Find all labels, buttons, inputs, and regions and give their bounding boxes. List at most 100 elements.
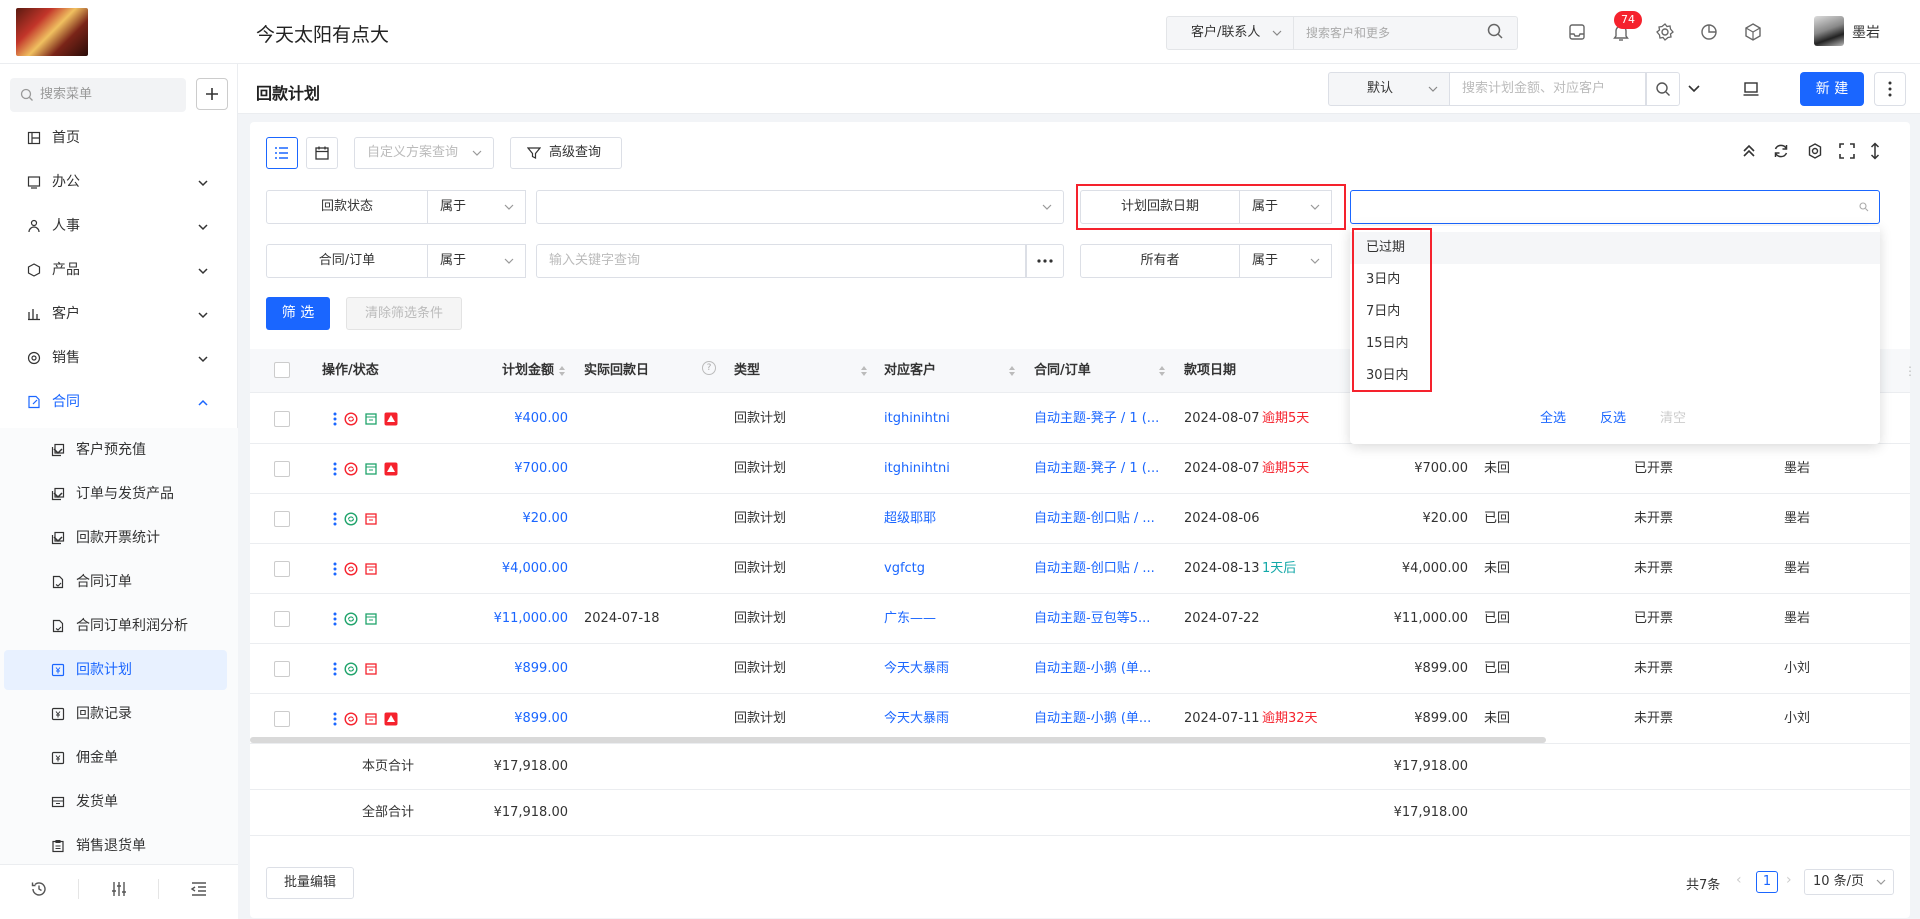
gear-icon[interactable] — [1654, 21, 1676, 43]
cell-customer[interactable]: 超级耶耶 — [884, 494, 1024, 544]
cell-customer[interactable]: 今天大暴雨 — [884, 644, 1024, 694]
column-header-date[interactable]: 款项日期 — [1184, 349, 1236, 393]
batch-edit-button[interactable]: 批量编辑 — [266, 867, 354, 899]
filter-contract-input[interactable]: 输入关键字查询 — [536, 244, 1026, 278]
collapse-up-icon[interactable] — [1740, 142, 1758, 160]
sidebar-item-contract[interactable]: 合同 — [0, 382, 238, 422]
filter-button[interactable]: 筛 选 — [266, 297, 330, 330]
row-checkbox[interactable] — [274, 661, 290, 677]
filter-plan-date-value[interactable] — [1350, 190, 1880, 224]
view-select[interactable]: 默认 — [1328, 72, 1450, 106]
cell-amount[interactable]: ¥20.00 — [470, 494, 569, 544]
row-checkbox[interactable] — [274, 711, 290, 727]
column-header-contract[interactable]: 合同/订单 — [1034, 349, 1091, 393]
sort-icon[interactable] — [558, 365, 566, 377]
inbox-icon[interactable] — [1566, 21, 1588, 43]
sidebar-item-contract-orders[interactable]: 合同订单 — [0, 562, 238, 602]
sidebar-item-commission[interactable]: 佣金单 — [0, 738, 238, 778]
list-view-button[interactable] — [266, 137, 298, 169]
more-vertical-icon[interactable] — [332, 612, 338, 626]
dropdown-clear-button[interactable]: 清空 — [1660, 407, 1686, 426]
row-height-icon[interactable] — [1868, 142, 1882, 160]
cell-amount[interactable]: ¥4,000.00 — [470, 544, 568, 594]
chevron-down-icon[interactable] — [1686, 80, 1702, 96]
cell-amount[interactable]: ¥700.00 — [470, 444, 568, 494]
select-all-checkbox[interactable] — [274, 362, 290, 378]
cell-contract[interactable]: 自动主题-创口贴 / ... — [1034, 544, 1164, 594]
sort-icon[interactable] — [860, 365, 868, 377]
list-search-button[interactable] — [1646, 72, 1680, 106]
collapse-menu-icon[interactable] — [190, 880, 208, 898]
monitor-icon[interactable] — [1742, 80, 1760, 98]
cell-contract[interactable]: 自动主题-凳子 / 1 (... — [1034, 444, 1164, 494]
more-vertical-icon[interactable] — [332, 412, 338, 426]
filter-owner-operator[interactable]: 属于 — [1240, 244, 1332, 278]
user-name[interactable]: 墨岩 — [1852, 22, 1880, 42]
sidebar-item-payment-invoice-stats[interactable]: 回款开票统计 — [0, 518, 238, 558]
sidebar-item-sales[interactable]: 销售 — [0, 338, 238, 378]
sidebar-item-office[interactable]: 办公 — [0, 162, 238, 202]
cell-contract[interactable]: 自动主题-创口贴 / ... — [1034, 494, 1164, 544]
cell-contract[interactable]: 自动主题-豆包等5... — [1034, 594, 1164, 644]
column-header-customer[interactable]: 对应客户 — [884, 349, 936, 393]
sort-icon[interactable] — [1008, 365, 1016, 377]
horizontal-scrollbar[interactable] — [250, 737, 1546, 743]
sliders-icon[interactable] — [110, 880, 128, 898]
more-vertical-icon[interactable] — [332, 662, 338, 676]
sidebar-item-product[interactable]: 产品 — [0, 250, 238, 290]
cell-customer[interactable]: vgfctg — [884, 544, 1024, 594]
global-search-input[interactable]: 搜索客户和更多 — [1294, 16, 1518, 50]
cell-customer[interactable]: itghinihtni — [884, 444, 1024, 494]
sidebar-item-home[interactable]: 首页 — [0, 118, 238, 158]
cube-icon[interactable] — [1742, 21, 1764, 43]
sidebar-item-profit-analysis[interactable]: 合同订单利润分析 — [0, 606, 238, 646]
page-number-button[interactable]: 1 — [1756, 871, 1778, 893]
next-page-icon[interactable]: › — [1786, 872, 1792, 888]
sidebar-item-hr[interactable]: 人事 — [0, 206, 238, 246]
cell-customer[interactable]: 广东—— — [884, 594, 1024, 644]
cell-contract[interactable]: 自动主题-小鹅 (单... — [1034, 644, 1164, 694]
sidebar-item-payment-plan[interactable]: 回款计划 — [4, 650, 227, 690]
history-icon[interactable] — [30, 880, 48, 898]
row-checkbox[interactable] — [274, 461, 290, 477]
more-button[interactable] — [1874, 72, 1906, 106]
page-size-select[interactable]: 10 条/页 — [1804, 869, 1894, 895]
column-header-actual-date[interactable]: 实际回款日 — [584, 349, 649, 393]
column-header-type[interactable]: 类型 — [734, 349, 760, 393]
prev-page-icon[interactable]: ‹ — [1736, 872, 1742, 888]
sidebar-item-payment-records[interactable]: 回款记录 — [0, 694, 238, 734]
sidebar-item-order-products[interactable]: 订单与发货产品 — [0, 474, 238, 514]
fullscreen-icon[interactable] — [1838, 142, 1856, 160]
cell-amount[interactable]: ¥11,000.00 — [470, 594, 568, 644]
sidebar-item-customer[interactable]: 客户 — [0, 294, 238, 334]
search-icon[interactable] — [1486, 22, 1504, 40]
menu-search-input[interactable]: 搜索菜单 — [10, 78, 186, 112]
dropdown-invert-button[interactable]: 反选 — [1600, 407, 1626, 426]
column-header-amount[interactable]: 计划金额 — [470, 349, 554, 393]
filter-status-operator[interactable]: 属于 — [428, 190, 526, 224]
add-menu-button[interactable] — [196, 78, 228, 110]
advanced-query-button[interactable]: 高级查询 — [510, 137, 622, 169]
pie-chart-icon[interactable] — [1698, 21, 1720, 43]
search-scope-select[interactable]: 客户/联系人 — [1166, 16, 1294, 50]
calendar-view-button[interactable] — [306, 137, 338, 169]
new-button[interactable]: 新 建 — [1800, 72, 1864, 106]
row-checkbox[interactable] — [274, 561, 290, 577]
cell-amount[interactable]: ¥899.00 — [470, 644, 568, 694]
sidebar-item-delivery[interactable]: 发货单 — [0, 782, 238, 822]
cell-amount[interactable]: ¥400.00 — [470, 394, 568, 444]
help-icon[interactable]: ? — [702, 361, 716, 375]
dropdown-select-all-button[interactable]: 全选 — [1540, 407, 1566, 426]
sidebar-item-prepay[interactable]: 客户预充值 — [0, 430, 238, 470]
company-logo[interactable] — [16, 8, 88, 56]
cell-contract[interactable]: 自动主题-凳子 / 1 (... — [1034, 394, 1164, 444]
user-avatar[interactable] — [1814, 16, 1844, 46]
more-vertical-icon[interactable] — [332, 512, 338, 526]
cell-customer[interactable]: itghinihtni — [884, 394, 1024, 444]
row-checkbox[interactable] — [274, 611, 290, 627]
more-vertical-icon[interactable] — [332, 562, 338, 576]
filter-contract-more-button[interactable] — [1026, 244, 1064, 278]
filter-contract-operator[interactable]: 属于 — [428, 244, 526, 278]
settings-icon[interactable] — [1806, 142, 1824, 160]
row-checkbox[interactable] — [274, 511, 290, 527]
